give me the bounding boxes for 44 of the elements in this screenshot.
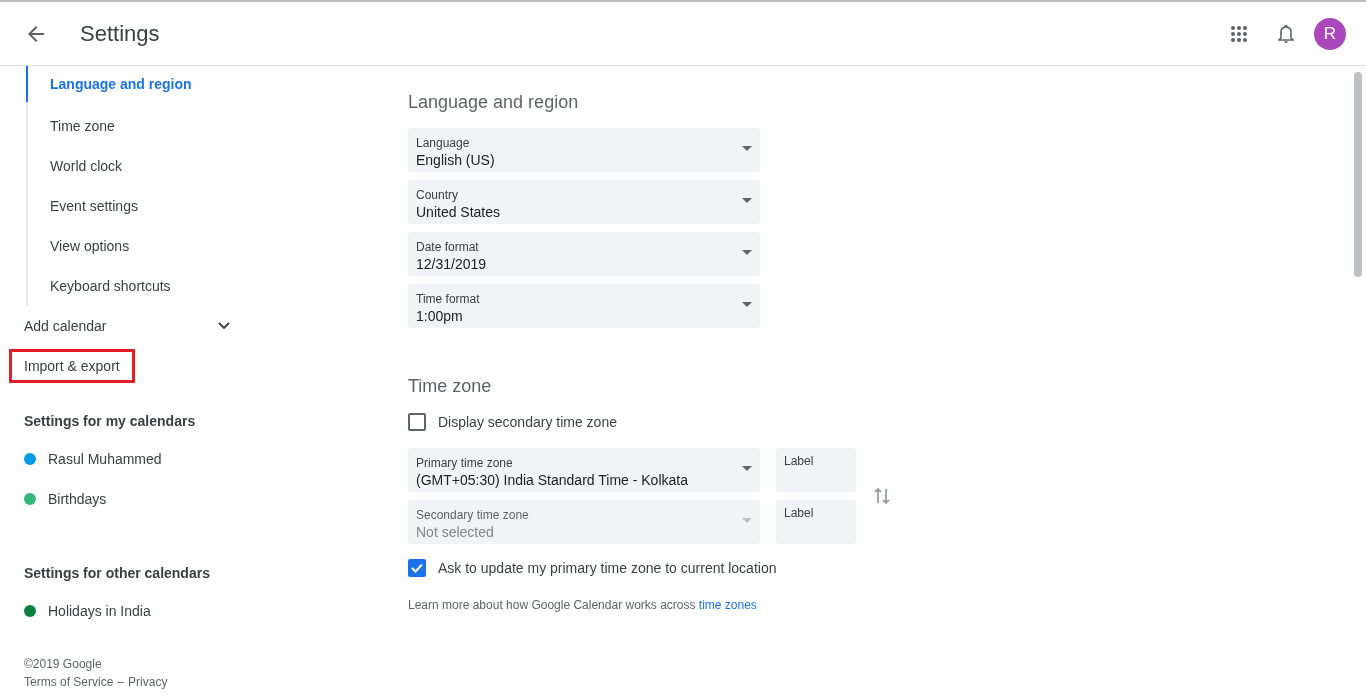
section-title: Time zone [408,375,493,398]
add-calendar-item[interactable]: Add calendar [24,306,230,346]
checkbox-label: Display secondary time zone [438,414,617,430]
dropdown-arrow-icon [742,250,752,255]
copyright-text: ©2019 Google [24,656,103,673]
checkbox[interactable] [408,413,426,431]
swap-arrows-icon[interactable] [874,486,890,506]
sidebar-item[interactable]: Keyboard shortcuts [26,266,408,306]
dropdown-arrow-icon [742,518,752,523]
dropdown-field[interactable]: Language English (US) [408,128,760,172]
sidebar-item[interactable]: World clock [26,146,408,186]
checkbox-label: Ask to update my primary time zone to current location [438,560,777,576]
section-heading: Settings for my calendars [24,412,197,431]
sidebar-item[interactable]: Time zone [26,106,408,146]
chevron-icon [218,322,230,330]
apps-grid-icon[interactable] [1230,24,1248,43]
calendar-name[interactable]: Holidays in India [48,603,151,619]
sidebar-item[interactable]: View options [26,226,408,266]
dropdown-arrow-icon [742,466,752,471]
calendar-name[interactable]: Rasul Muhammed [48,451,162,467]
label-field[interactable]: Label [776,448,856,492]
sidebar-item[interactable]: Language and region [26,66,408,102]
section-heading: Settings for other calendars [24,564,211,583]
page-title: Settings [80,20,161,47]
notification-bell-icon[interactable] [1278,23,1294,44]
scrollbar[interactable] [1354,72,1362,277]
dropdown-arrow-icon [742,302,752,307]
account-avatar[interactable]: R [1314,17,1346,50]
sidebar-item[interactable]: Event settings [26,186,408,226]
separator-text: – [117,675,125,689]
dropdown-field[interactable]: Primary time zone (GMT+05:30) India Standard Time - Kolkata [408,448,760,492]
dropdown-field[interactable]: Country United States [408,180,760,224]
calendar-name[interactable]: Birthdays [48,491,107,507]
checkbox[interactable] [408,559,426,577]
time-zones-link[interactable]: time zones [698,598,757,612]
section-title: Language and region [408,91,580,114]
dropdown-arrow-icon [742,198,752,203]
help-text: Learn more about how Google Calendar works across time zones [408,598,758,612]
privacy-link[interactable]: Privacy [128,675,168,689]
dropdown-field[interactable]: Date format 12/31/2019 [408,232,760,276]
dropdown-arrow-icon [742,146,752,151]
dropdown-field[interactable]: Time format 1:00pm [408,284,760,328]
terms-link[interactable]: Terms of Service [24,675,114,689]
sidebar-item[interactable]: Import & export [9,349,135,383]
